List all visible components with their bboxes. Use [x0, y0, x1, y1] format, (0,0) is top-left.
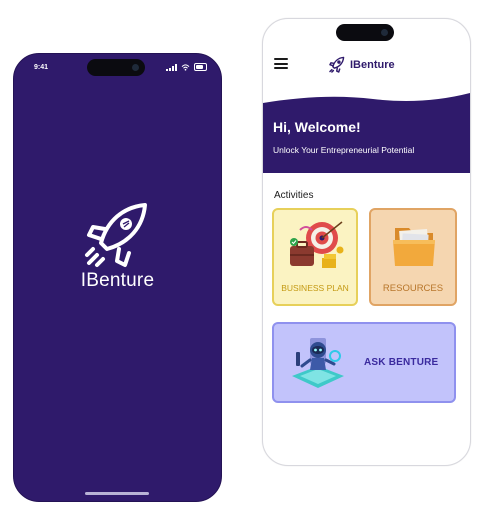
- hamburger-menu-icon[interactable]: [274, 58, 288, 69]
- battery-icon: [194, 63, 207, 71]
- rocket-icon: [329, 56, 345, 73]
- activities-title: Activities: [274, 190, 314, 201]
- wifi-icon: [181, 63, 190, 71]
- status-icons: [166, 63, 207, 71]
- home-indicator: [85, 492, 149, 495]
- splash-brand-name: IBenture: [80, 270, 155, 291]
- resources-label: RESOURCES: [382, 283, 444, 294]
- status-time: 9:41: [34, 64, 49, 71]
- signal-icon: [166, 63, 177, 71]
- welcome-tagline: Unlock Your Entrepreneurial Potential: [273, 145, 415, 155]
- header-brand-name: IBenture: [350, 58, 395, 71]
- robot-icon: [292, 338, 344, 388]
- business-plan-label: BUSINESS PLAN: [281, 283, 349, 293]
- business-plan-card[interactable]: BUSINESS PLAN: [272, 208, 358, 306]
- splash-screen: 9:41 IBenture: [13, 53, 222, 502]
- ask-benture-card[interactable]: ASK BENTURE: [272, 322, 456, 403]
- briefcase-target-icon: [290, 221, 344, 268]
- folder-icon: [393, 228, 435, 266]
- home-screen: IBenture Hi, Welcome! Unlock Your Entrep…: [262, 18, 471, 466]
- rocket-icon: [85, 203, 147, 267]
- ask-benture-label: ASK BENTURE: [364, 357, 439, 368]
- dynamic-island: [336, 24, 394, 41]
- resources-card[interactable]: RESOURCES: [369, 208, 457, 306]
- dynamic-island: [87, 59, 145, 76]
- header-logo: IBenture: [328, 56, 395, 73]
- welcome-greeting: Hi, Welcome!: [273, 119, 361, 135]
